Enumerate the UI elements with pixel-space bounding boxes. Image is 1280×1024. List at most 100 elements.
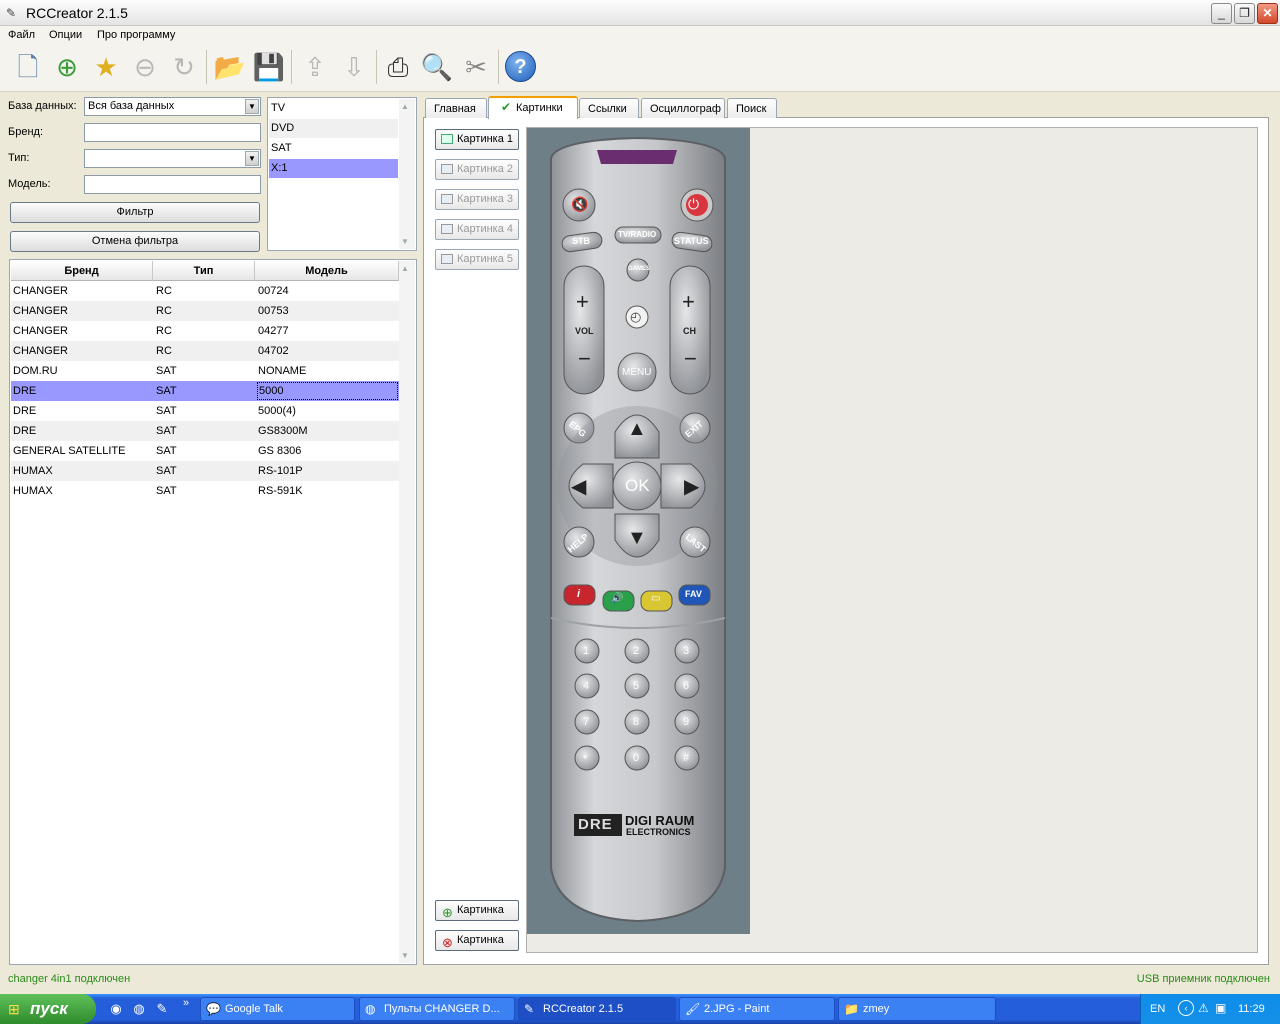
type-select[interactable]: ▼ xyxy=(84,149,261,168)
table-row[interactable]: DRE SAT GS8300M xyxy=(11,421,399,441)
type-list-scrollbar[interactable]: ▲ ▼ xyxy=(399,99,415,249)
new-icon[interactable]: 🗋 xyxy=(10,49,46,85)
remote-digit: 7 xyxy=(583,716,590,728)
type-item-x1[interactable]: X:1 xyxy=(269,159,398,178)
tray-network-icon[interactable]: ⚠ xyxy=(1198,1001,1209,1015)
type-item-dvd[interactable]: DVD xyxy=(269,119,398,138)
picture-5-button[interactable]: Картинка 5 xyxy=(435,249,519,270)
save-icon[interactable]: 💾 xyxy=(251,49,287,85)
remote-btn-games: GAMES xyxy=(628,266,651,272)
task-paint[interactable]: 🖌 2.JPG - Paint xyxy=(679,997,835,1021)
table-row-selected[interactable]: DRE SAT 5000 xyxy=(11,381,399,401)
reset-filter-button[interactable]: Отмена фильтра xyxy=(10,231,260,252)
table-row[interactable]: HUMAX SAT RS-591K xyxy=(11,481,399,501)
database-select[interactable]: Вся база данных ▼ xyxy=(84,97,261,116)
open-icon[interactable]: 📂 xyxy=(212,49,248,85)
favorite-icon[interactable]: ★ xyxy=(88,49,124,85)
table-row[interactable]: DOM.RU SAT NONAME xyxy=(11,361,399,381)
task-rccreator[interactable]: ✎ RCCreator 2.1.5 xyxy=(518,997,676,1021)
help-icon[interactable]: ? xyxy=(505,51,536,82)
tray-monitor-icon[interactable]: ▣ xyxy=(1215,1001,1226,1015)
remote-label-ch: CH xyxy=(683,326,696,336)
remote-digit: 6 xyxy=(683,680,690,692)
minimize-button[interactable]: _ xyxy=(1211,3,1232,24)
search-icon[interactable]: 🔍 xyxy=(419,49,455,85)
reload-icon[interactable]: ↻ xyxy=(166,49,202,85)
table-row[interactable]: CHANGER RC 04702 xyxy=(11,341,399,361)
type-item-tv[interactable]: TV xyxy=(269,99,398,118)
table-row[interactable]: CHANGER RC 00724 xyxy=(11,281,399,301)
add-picture-button[interactable]: ⊕ Картинка xyxy=(435,900,519,921)
task-folder[interactable]: 📁 zmey xyxy=(838,997,996,1021)
menu-file[interactable]: Файл xyxy=(8,29,35,41)
tab-oscilloscope[interactable]: Осциллограф xyxy=(641,98,725,118)
column-header-type[interactable]: Тип xyxy=(153,261,255,281)
quicklaunch-browser-icon[interactable]: ◍ xyxy=(131,1001,147,1017)
upload-icon[interactable]: ⇪ xyxy=(297,49,333,85)
chevron-down-icon[interactable]: ▼ xyxy=(245,99,259,114)
column-header-model[interactable]: Модель xyxy=(255,261,399,281)
database-label: База данных: xyxy=(8,100,77,112)
brand-input[interactable] xyxy=(84,123,261,142)
clock-icon: ◴ xyxy=(630,309,642,324)
chevron-down-icon[interactable]: ▼ xyxy=(245,151,259,166)
menu-about[interactable]: Про программу xyxy=(97,29,175,41)
table-row[interactable]: CHANGER RC 04277 xyxy=(11,321,399,341)
scroll-down-icon[interactable]: ▼ xyxy=(401,237,409,246)
remote-digit: 2 xyxy=(633,645,640,657)
menu-bar xyxy=(0,26,1280,46)
scroll-up-icon[interactable]: ▲ xyxy=(401,264,409,273)
table-row[interactable]: HUMAX SAT RS-101P xyxy=(11,461,399,481)
tab-links[interactable]: Ссылки xyxy=(579,98,639,118)
scroll-up-icon[interactable]: ▲ xyxy=(401,102,409,111)
type-item-sat[interactable]: SAT xyxy=(269,139,398,158)
remote-brand-name: DIGI RAUM xyxy=(625,813,695,828)
windows-logo-icon: ⊞ xyxy=(8,1001,20,1017)
remote-digit: * xyxy=(583,752,588,766)
remote-btn-stb: STB xyxy=(572,236,590,246)
table-row[interactable]: DRE SAT 5000(4) xyxy=(11,401,399,421)
remove-icon[interactable]: ⊖ xyxy=(127,49,163,85)
delete-picture-button[interactable]: ⊗ Картинка xyxy=(435,930,519,951)
tools-icon[interactable]: ✂ xyxy=(458,49,494,85)
menu-options[interactable]: Опции xyxy=(49,29,82,41)
quicklaunch-paint-icon[interactable]: ✎ xyxy=(154,1001,170,1017)
task-browser[interactable]: ◍ Пульты CHANGER D... xyxy=(359,997,515,1021)
remote-label-vol: VOL xyxy=(575,326,594,336)
picture-2-button[interactable]: Картинка 2 xyxy=(435,159,519,180)
quicklaunch-app-icon[interactable]: ◉ xyxy=(108,1001,124,1017)
filter-button[interactable]: Фильтр xyxy=(10,202,260,223)
table-row[interactable]: CHANGER RC 00753 xyxy=(11,301,399,321)
print-icon[interactable]: ⎙ xyxy=(380,49,416,85)
table-row[interactable]: GENERAL SATELLITE SAT GS 8306 xyxy=(11,441,399,461)
tab-search[interactable]: Поиск xyxy=(727,98,777,118)
type-list[interactable]: TV DVD SAT X:1 ▲ ▼ xyxy=(267,97,417,251)
picture-icon xyxy=(441,134,453,144)
picture-3-button[interactable]: Картинка 3 xyxy=(435,189,519,210)
table-scrollbar[interactable]: ▲ ▼ xyxy=(399,261,415,963)
remote-digit: 9 xyxy=(683,716,690,728)
close-button[interactable]: ✕ xyxy=(1257,3,1278,24)
language-indicator[interactable]: EN xyxy=(1150,1003,1165,1015)
tray-expand-icon[interactable]: ‹ xyxy=(1178,1000,1194,1016)
remote-digit: 3 xyxy=(683,645,690,657)
maximize-button[interactable]: ❐ xyxy=(1234,3,1255,24)
download-icon[interactable]: ⇩ xyxy=(336,49,372,85)
model-input[interactable] xyxy=(84,175,261,194)
picture-4-button[interactable]: Картинка 4 xyxy=(435,219,519,240)
arrow-up-icon: ▲ xyxy=(627,418,647,440)
picture-1-button[interactable]: Картинка 1 xyxy=(435,129,519,150)
power-icon: ⏻ xyxy=(688,196,700,212)
status-right: USB приемник подключен xyxy=(1136,973,1270,985)
arrow-left-icon: ◀ xyxy=(571,476,587,498)
tab-main[interactable]: Главная xyxy=(425,98,487,118)
task-google-talk[interactable]: 💬 Google Talk xyxy=(200,997,355,1021)
tab-pictures[interactable]: ✔ Картинки xyxy=(488,96,578,119)
arrow-right-icon: ▶ xyxy=(684,476,700,498)
add-icon[interactable]: ⊕ xyxy=(49,49,85,85)
column-header-brand[interactable]: Бренд xyxy=(11,261,153,281)
scroll-down-icon[interactable]: ▼ xyxy=(401,951,409,960)
quicklaunch-more-icon[interactable]: » xyxy=(178,997,194,1013)
remotes-table: Бренд Тип Модель CHANGER RC 00724 CHANGER R… xyxy=(9,259,417,965)
minus-icon: − xyxy=(684,346,697,371)
